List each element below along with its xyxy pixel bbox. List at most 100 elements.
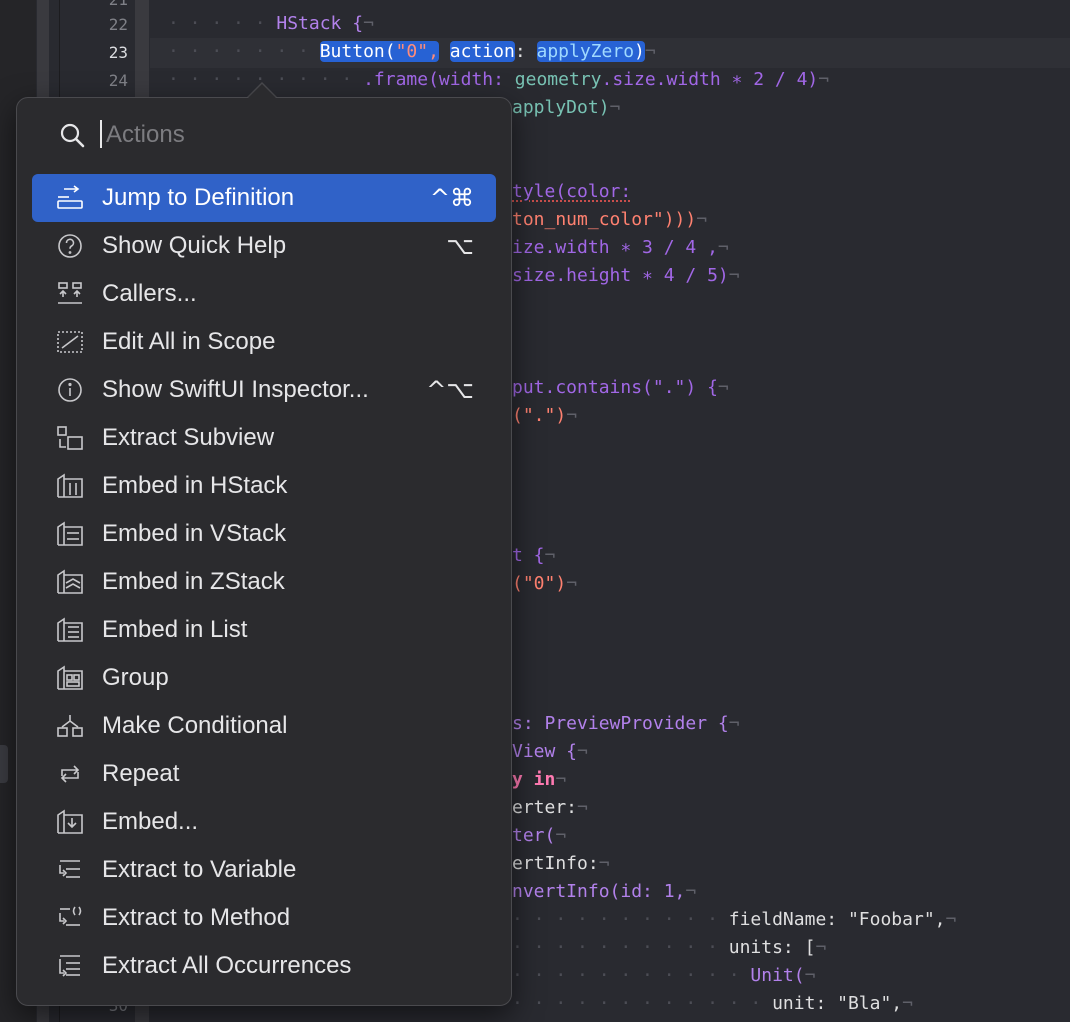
embed-zstack-icon — [57, 569, 83, 594]
actions-search-input[interactable] — [104, 114, 488, 156]
code-fragment: s: PreviewProvider {¬ — [512, 713, 740, 734]
code-line-22: · · · · · HStack {¬ — [168, 13, 374, 34]
menu-item-label: Extract Subview — [102, 424, 275, 451]
code-text: ize.width ∗ 3 / 4 , — [512, 237, 718, 258]
code-text: ter( — [512, 825, 556, 846]
menu-item-extract-to-variable[interactable]: Extract to Variable — [32, 846, 496, 894]
actions-popover: Jump to Definition ^⌘ Show Quick Help ⌥ … — [16, 97, 512, 1006]
panel-handle[interactable] — [0, 745, 8, 783]
code-fragment: applyDot)¬ — [512, 97, 621, 118]
menu-item-label: Make Conditional — [102, 712, 288, 739]
code-fragment: t {¬ — [512, 545, 556, 566]
search-icon — [60, 123, 85, 148]
menu-item-embed[interactable]: Embed... — [32, 798, 496, 846]
menu-item-embed-in-zstack[interactable]: Embed in ZStack — [32, 558, 496, 606]
menu-item-label: Extract to Variable — [102, 856, 297, 883]
quick-help-icon — [58, 234, 82, 258]
menu-item-label: Repeat — [102, 760, 180, 787]
code-fragment: ton_num_color")))¬ — [512, 209, 708, 230]
menu-item-make-conditional[interactable]: Make Conditional — [32, 702, 496, 750]
menu-item-label: Extract to Method — [102, 904, 291, 931]
line-number: 24 — [108, 71, 128, 90]
pilcrow: ¬ — [644, 41, 656, 62]
menu-item-label: Show Quick Help — [102, 232, 287, 259]
geometry-token: geometry — [514, 69, 602, 90]
frame-token: .frame(width: — [363, 69, 515, 90]
code-text: size.height ∗ 4 / 5) — [512, 265, 729, 286]
code-fragment: ("0")¬ — [512, 573, 578, 594]
jump-to-definition-icon — [57, 185, 83, 209]
extract-method-icon — [59, 906, 82, 926]
menu-item-shortcut: ^⌘ — [429, 184, 474, 212]
string-token: "0", — [395, 41, 439, 62]
code-fragment: (".")¬ — [512, 405, 578, 426]
menu-item-label: Edit All in Scope — [102, 328, 276, 355]
code-text: t { — [512, 545, 545, 566]
code-fragment: tyle(color: — [512, 178, 631, 206]
search-row — [17, 112, 511, 156]
menu-item-label: Embed... — [102, 808, 199, 835]
menu-item-extract-all-occurrences[interactable]: Extract All Occurrences — [32, 942, 496, 990]
code-text: View { — [512, 741, 578, 762]
hstack-token: HStack { — [276, 13, 364, 34]
embed-hstack-icon — [57, 473, 83, 498]
menu-item-shortcut: ^⌥ — [426, 376, 474, 404]
code-text: ("0") — [512, 573, 567, 594]
menu-item-extract-to-method[interactable]: Extract to Method — [32, 894, 496, 942]
menu-item-repeat[interactable]: Repeat — [32, 750, 496, 798]
menu-item-show-swiftui-inspector[interactable]: Show SwiftUI Inspector... ^⌥ — [32, 366, 496, 414]
selected-argument: applyZero) — [536, 41, 645, 62]
make-conditional-icon — [57, 715, 83, 737]
code-fragment: · · · · · · · · · · · Unit(¬ — [512, 965, 816, 986]
colon-token: : — [514, 41, 526, 62]
code-fragment: erter:¬ — [512, 797, 588, 818]
code-fragment: ter(¬ — [512, 825, 567, 846]
menu-item-label: Embed in HStack — [102, 472, 288, 499]
menu-item-label: Embed in ZStack — [102, 568, 285, 595]
line-number: 21 — [59, 0, 128, 12]
menu-item-edit-all-in-scope[interactable]: Edit All in Scope — [32, 318, 496, 366]
code-fragment: nvertInfo(id: 1,¬ — [512, 881, 697, 902]
code-text: y in — [512, 769, 556, 790]
code-fragment: y in¬ — [512, 769, 567, 790]
paren-token: ) — [634, 41, 645, 62]
popover-arrow-fill — [247, 84, 277, 99]
extract-subview-icon — [57, 426, 83, 450]
pilcrow: ¬ — [818, 69, 830, 90]
callers-icon — [58, 282, 82, 304]
width-expression: .size.width ∗ 2 / 4) — [601, 69, 819, 90]
menu-item-embed-in-list[interactable]: Embed in List — [32, 606, 496, 654]
code-text: erter: — [512, 797, 578, 818]
repeat-icon — [60, 765, 80, 783]
menu-item-label: Callers... — [102, 280, 197, 307]
selected-button-call[interactable]: Button("0", — [319, 41, 439, 62]
code-text: fieldName: "Foobar", — [728, 909, 946, 930]
menu-item-label: Embed in List — [102, 616, 248, 643]
actions-menu: Jump to Definition ^⌘ Show Quick Help ⌥ … — [32, 174, 496, 990]
line-number-current: 23 — [108, 43, 128, 62]
menu-item-label: Extract All Occurrences — [102, 952, 352, 979]
code-fragment: · · · · · · · · · · fieldName: "Foobar",… — [512, 909, 957, 930]
code-fragment: ize.width ∗ 3 / 4 ,¬ — [512, 237, 729, 258]
apply-zero-token: applyZero — [536, 41, 635, 62]
code-fragment: put.contains(".") {¬ — [512, 377, 729, 398]
code-text: unit: "Bla", — [772, 993, 903, 1014]
menu-item-embed-in-vstack[interactable]: Embed in VStack — [32, 510, 496, 558]
menu-item-embed-in-hstack[interactable]: Embed in HStack — [32, 462, 496, 510]
button-token: Button( — [319, 41, 396, 62]
menu-item-callers[interactable]: Callers... — [32, 270, 496, 318]
group-icon — [57, 665, 83, 690]
code-fragment: ertInfo:¬ — [512, 853, 610, 874]
code-text: (".") — [512, 405, 567, 426]
info-icon — [58, 378, 82, 402]
menu-item-show-quick-help[interactable]: Show Quick Help ⌥ — [32, 222, 496, 270]
extract-occurrences-icon — [59, 955, 80, 977]
code-text: tyle(color: — [512, 181, 632, 202]
code-fragment: size.height ∗ 4 / 5)¬ — [512, 265, 740, 286]
menu-item-extract-subview[interactable]: Extract Subview — [32, 414, 496, 462]
menu-item-jump-to-definition[interactable]: Jump to Definition ^⌘ — [32, 174, 496, 222]
code-fragment: · · · · · · · · · · · · unit: "Bla",¬ — [512, 993, 913, 1014]
action-label-token: action — [449, 41, 515, 62]
menu-item-label: Embed in VStack — [102, 520, 287, 547]
menu-item-group[interactable]: Group — [32, 654, 496, 702]
